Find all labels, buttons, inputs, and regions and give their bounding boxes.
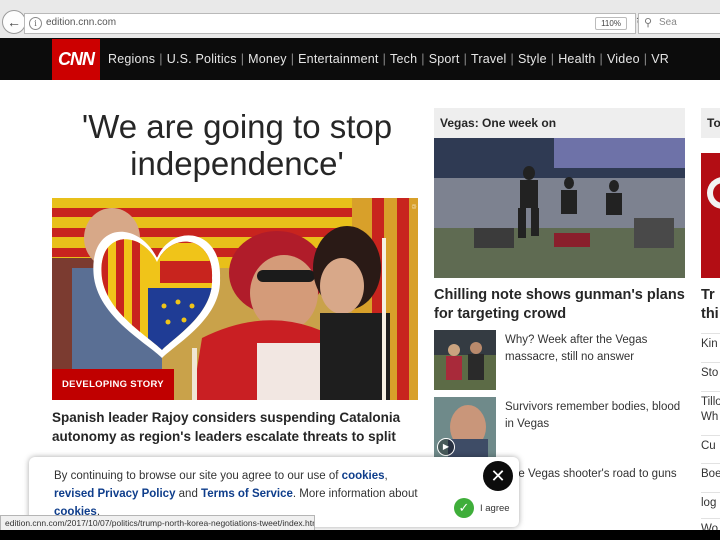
site-info-icon[interactable]: i — [29, 17, 42, 30]
right-column-photo[interactable] — [701, 153, 720, 278]
nav-item-sport[interactable]: Sport — [429, 52, 460, 66]
cookie-text-part: , — [384, 470, 388, 482]
nav-item-video[interactable]: Video — [607, 52, 640, 66]
nav-item-tech[interactable]: Tech — [390, 52, 417, 66]
section-header-vegas[interactable]: Vegas: One week on — [434, 108, 685, 138]
terms-of-service-link[interactable]: Terms of Service — [201, 488, 293, 500]
right-list-item[interactable]: Cu — [701, 435, 720, 452]
close-icon[interactable]: ✕ — [483, 461, 513, 491]
zoom-indicator[interactable]: 110% — [595, 17, 627, 30]
related-story-thumbnail[interactable]: ▶ — [434, 397, 496, 457]
browser-toolbar: ← i edition.cnn.com 110% ↻ ⚲ Sea — [0, 0, 720, 39]
search-placeholder: Sea — [659, 17, 677, 28]
bottom-edge — [0, 530, 720, 540]
vegas-headline[interactable]: Chilling note shows gunman's plans for t… — [434, 286, 689, 324]
play-icon[interactable]: ▶ — [437, 438, 455, 456]
cookie-text-part: and — [175, 488, 202, 500]
search-box[interactable]: ⚲ Sea — [638, 13, 720, 34]
address-bar[interactable]: i edition.cnn.com 110% ↻ — [24, 13, 646, 34]
lead-summary[interactable]: Spanish leader Rajoy considers suspendin… — [52, 408, 418, 446]
right-list-item[interactable]: Sto — [701, 362, 720, 379]
nav-item-regions[interactable]: Regions — [108, 52, 155, 66]
related-story[interactable]: Why? Week after the Vegas massacre, stil… — [434, 330, 689, 392]
right-title-line2: thi — [701, 306, 719, 322]
related-story[interactable]: ▶ Survivors remember bodies, blood in Ve… — [434, 397, 689, 459]
agree-button-label[interactable]: I agree — [480, 503, 510, 514]
developing-story-badge: DEVELOPING STORY — [52, 369, 174, 400]
right-list-item[interactable]: Tillo — [701, 391, 720, 408]
nav-item-travel[interactable]: Travel — [471, 52, 506, 66]
right-title-line1: Tr — [701, 287, 715, 303]
back-arrow-icon[interactable]: ← — [2, 10, 26, 34]
vegas-scene-photo — [434, 138, 685, 278]
nav-item-entertainment[interactable]: Entertainment — [298, 52, 378, 66]
main-nav: Regions | U.S. Politics | Money | Entertainmen… — [108, 52, 669, 66]
checkmark-icon[interactable]: ✓ — [454, 498, 474, 518]
privacy-policy-link[interactable]: revised Privacy Policy — [54, 488, 175, 500]
cookie-text-part: . More information about — [292, 488, 418, 500]
related-story-text[interactable]: Survivors remember bodies, blood in Vega… — [505, 399, 689, 433]
nav-item-us-politics[interactable]: U.S. Politics — [167, 52, 237, 66]
status-bar-url: edition.cnn.com/2017/10/07/politics/trum… — [0, 515, 315, 531]
cookie-message: By continuing to browse our site you agr… — [54, 467, 434, 521]
nav-item-health[interactable]: Health — [558, 52, 595, 66]
cnn-logo[interactable]: CNN — [52, 39, 100, 80]
related-story-text[interactable]: The Vegas shooter's road to guns — [505, 466, 689, 483]
cookies-link[interactable]: cookies — [342, 470, 385, 482]
right-list-item[interactable]: Wh — [701, 407, 720, 423]
right-column-headline[interactable]: Tr thi — [701, 286, 720, 324]
lead-headline[interactable]: 'We are going to stop independence' — [52, 108, 422, 182]
vegas-photo[interactable] — [434, 138, 685, 278]
site-header: CNN Regions | U.S. Politics | Money | Entertai… — [0, 38, 720, 80]
nav-item-money[interactable]: Money — [248, 52, 287, 66]
address-text[interactable]: edition.cnn.com — [46, 17, 116, 28]
section-header-right[interactable]: To — [701, 108, 720, 138]
related-story-text[interactable]: Why? Week after the Vegas massacre, stil… — [505, 332, 689, 366]
photo-credit: © — [411, 202, 417, 208]
related-story-thumbnail[interactable] — [434, 330, 496, 390]
right-list-item[interactable]: Kin — [701, 333, 720, 350]
nav-item-vr[interactable]: VR — [651, 52, 669, 66]
cookie-text-part: By continuing to browse our site you agr… — [54, 470, 342, 482]
right-list-item[interactable]: log — [701, 492, 720, 509]
right-list-item[interactable]: Boe — [701, 463, 720, 480]
nav-item-style[interactable]: Style — [518, 52, 547, 66]
search-icon: ⚲ — [644, 17, 653, 29]
